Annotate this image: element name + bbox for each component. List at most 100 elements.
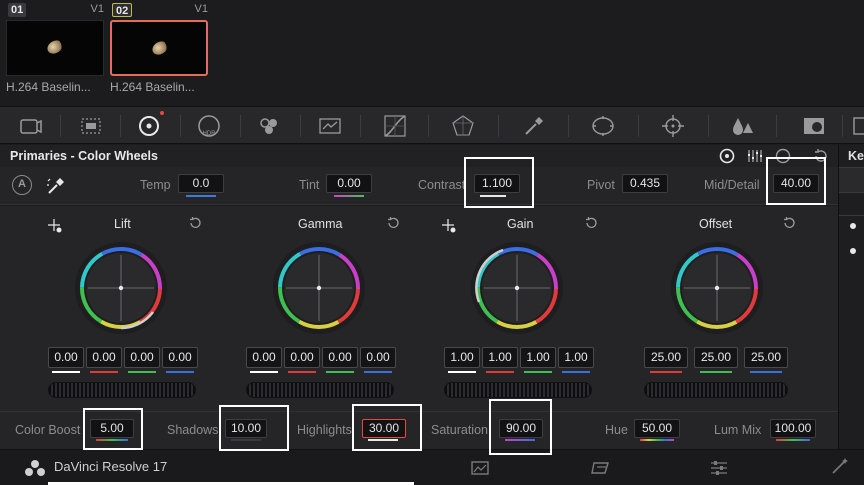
color-match-icon[interactable] <box>78 113 104 139</box>
fairlight-page-icon[interactable] <box>830 456 850 476</box>
temp-label: Temp <box>140 178 171 192</box>
lum-mix-label: Lum Mix <box>714 423 762 437</box>
lift-wheel[interactable] <box>73 240 169 336</box>
contrast-label: Contrast <box>418 178 466 192</box>
highlights-label: Highlights <box>297 423 352 437</box>
fusion-page-icon[interactable] <box>590 459 612 477</box>
offset-green-value[interactable]: 25.00 <box>694 347 738 368</box>
status-bar: DaVinci Resolve 17 <box>0 449 864 485</box>
primaries-header: Primaries - Color Wheels <box>0 145 838 167</box>
clip-thumbnail[interactable] <box>6 20 104 76</box>
color-boost-label: Color Boost <box>15 423 81 437</box>
gamma-red-value[interactable]: 0.00 <box>284 347 320 368</box>
lift-master-value[interactable]: 0.00 <box>48 347 84 368</box>
key-output-node[interactable] <box>850 248 856 254</box>
camera-raw-icon[interactable] <box>17 113 43 139</box>
offset-title: Offset <box>699 217 733 231</box>
color-picker-icon[interactable] <box>45 175 67 197</box>
gain-red-value[interactable]: 1.00 <box>482 347 518 368</box>
qualifier-icon[interactable] <box>521 113 547 139</box>
app-name: DaVinci Resolve 17 <box>54 459 168 474</box>
lift-picker-icon[interactable] <box>47 218 63 234</box>
key-icon[interactable] <box>801 113 827 139</box>
annotation-box-shadows <box>219 405 289 451</box>
gamma-master-value[interactable]: 0.00 <box>246 347 282 368</box>
auto-balance-icon[interactable]: A <box>12 175 32 195</box>
annotation-box-color-boost <box>83 408 143 450</box>
temp-bar <box>186 195 216 197</box>
gain-wheel[interactable] <box>469 240 565 336</box>
window-icon[interactable] <box>590 113 616 139</box>
clip-number: 02 <box>112 3 133 17</box>
clip-thumbnail[interactable] <box>110 20 208 76</box>
saturation-label: Saturation <box>431 423 488 437</box>
hue-label: Hue <box>605 423 628 437</box>
gain-master-wheel[interactable] <box>444 382 592 398</box>
tint-label: Tint <box>299 178 320 192</box>
lift-title: Lift <box>114 217 131 231</box>
annotation-box-contrast <box>464 157 534 208</box>
lift-green-value[interactable]: 0.00 <box>124 347 160 368</box>
color-wheels-icon[interactable] <box>136 113 162 139</box>
pivot-label: Pivot <box>587 178 615 192</box>
palette-toolbar: HDR <box>0 106 864 144</box>
gain-picker-icon[interactable] <box>441 218 457 234</box>
davinci-logo-icon <box>24 459 46 477</box>
clip-01[interactable]: 01 V1 H.264 Baselin... <box>6 2 106 94</box>
lift-blue-value[interactable]: 0.00 <box>162 347 198 368</box>
color-wheels-mode-icon[interactable] <box>718 147 736 165</box>
motion-effects-icon[interactable] <box>317 113 343 139</box>
gain-reset-icon[interactable] <box>583 215 599 231</box>
gamma-title: Gamma <box>298 217 343 231</box>
primaries-bars-mode-icon[interactable] <box>746 147 764 165</box>
lift-master-wheel[interactable] <box>48 382 196 398</box>
media-page-icon[interactable] <box>470 459 490 477</box>
hdr-label: HDR <box>203 131 217 137</box>
gain-green-value[interactable]: 1.00 <box>520 347 556 368</box>
temp-value[interactable]: 0.0 <box>178 174 224 193</box>
tracker-icon[interactable] <box>660 113 686 139</box>
sizing-icon[interactable] <box>852 113 864 139</box>
panel-title: Primaries - Color Wheels <box>10 149 158 163</box>
hue-value[interactable]: 50.00 <box>634 419 680 438</box>
adjustment-row-top: A Temp 0.0 Tint 0.00 Contrast 1.100 Pivo… <box>0 167 838 205</box>
annotation-box-highlights <box>352 404 422 451</box>
clip-name: H.264 Baselin... <box>6 80 91 94</box>
lift-reset-icon[interactable] <box>187 215 203 231</box>
offset-blue-value[interactable]: 25.00 <box>744 347 788 368</box>
tint-bar <box>334 195 364 197</box>
curves-icon[interactable] <box>382 113 408 139</box>
gamma-master-wheel[interactable] <box>246 382 394 398</box>
offset-red-value[interactable]: 25.00 <box>644 347 688 368</box>
active-indicator <box>160 111 164 115</box>
key-input-node[interactable] <box>850 223 856 229</box>
color-page-icon[interactable] <box>708 459 730 477</box>
mid-detail-label: Mid/Detail <box>704 178 760 192</box>
color-wheels-panel: Lift 0.00 0.00 0.00 0.00 Gamma 0.00 0.00… <box>0 206 838 411</box>
gamma-blue-value[interactable]: 0.00 <box>360 347 396 368</box>
offset-reset-icon[interactable] <box>781 215 797 231</box>
color-warper-icon[interactable] <box>450 113 476 139</box>
gain-blue-value[interactable]: 1.00 <box>558 347 594 368</box>
key-panel: Key <box>838 145 864 449</box>
gain-master-value[interactable]: 1.00 <box>444 347 480 368</box>
clip-number: 01 <box>8 3 27 17</box>
offset-wheel[interactable] <box>669 240 765 336</box>
rgb-mixer-icon[interactable] <box>256 113 282 139</box>
hdr-icon[interactable]: HDR <box>196 113 222 139</box>
key-panel-title: Key <box>848 149 864 163</box>
blur-icon[interactable] <box>729 113 755 139</box>
gamma-reset-icon[interactable] <box>385 215 401 231</box>
clip-version: V1 <box>194 3 208 15</box>
clip-02[interactable]: 02 V1 H.264 Baselin... <box>110 2 210 94</box>
gamma-wheel[interactable] <box>271 240 367 336</box>
pivot-value[interactable]: 0.435 <box>622 174 668 193</box>
gain-title: Gain <box>507 217 534 231</box>
lift-red-value[interactable]: 0.00 <box>86 347 122 368</box>
shadows-label: Shadows <box>167 423 219 437</box>
tint-value[interactable]: 0.00 <box>326 174 372 193</box>
gamma-green-value[interactable]: 0.00 <box>322 347 358 368</box>
lum-mix-value[interactable]: 100.00 <box>770 419 816 438</box>
offset-master-wheel[interactable] <box>644 382 788 398</box>
annotation-box-mid-detail <box>766 157 826 205</box>
